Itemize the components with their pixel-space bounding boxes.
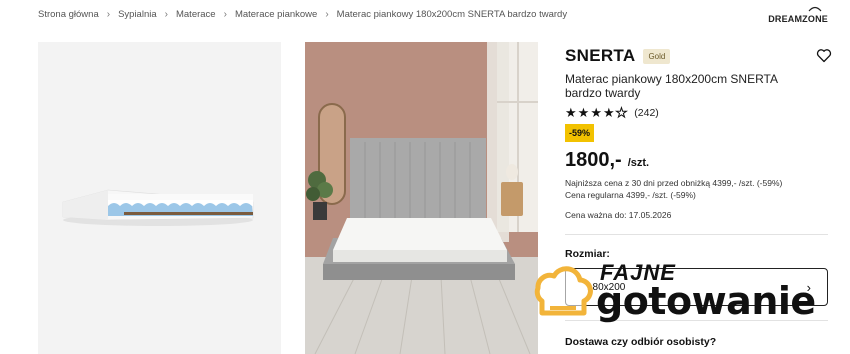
breadcrumb-sypialnia[interactable]: Sypialnia [118, 9, 157, 20]
breadcrumb-materace[interactable]: Materace [176, 9, 216, 20]
star-icon: ★ [602, 105, 615, 120]
size-select-value: 180x200 [587, 282, 626, 293]
breadcrumb-materace-piankowe[interactable]: Materace piankowe [235, 9, 317, 20]
breadcrumb-current: Materac piankowy 180x200cm SNERTA bardzo… [336, 9, 568, 20]
price-row: 1800,- /szt. [565, 149, 830, 172]
divider [565, 234, 828, 235]
star-icon: ★ [590, 105, 602, 120]
heart-icon[interactable] [816, 48, 832, 63]
star-icon: ★ [577, 105, 590, 120]
brand-logo[interactable]: DREAMZONE [764, 6, 828, 24]
breadcrumb-home[interactable]: Strona główna [38, 9, 99, 20]
product-thumbnail[interactable] [38, 42, 281, 354]
chevron-right-icon: › [164, 9, 168, 20]
price-unit: /szt. [627, 157, 650, 169]
review-count[interactable]: (242) [634, 107, 659, 119]
breadcrumb: Strona główna › Sypialnia › Materace › M… [38, 9, 567, 20]
regular-price-note: Cena regularna 4399,- /szt. (-59%) [565, 190, 696, 200]
logo-mark-icon [808, 6, 822, 12]
tier-badge: Gold [643, 48, 671, 64]
size-select[interactable]: 180x200 › [565, 268, 828, 306]
rating[interactable]: ★ ★ ★ ★ ★ (242) [565, 105, 830, 120]
product-info-panel: SNERTA Gold Materac piankowy 180x200cm S… [565, 46, 832, 220]
brand-name[interactable]: SNERTA [565, 46, 635, 66]
rating-stars: ★ ★ ★ ★ ★ [565, 105, 628, 120]
chevron-right-icon: › [325, 9, 329, 20]
price-valid-until: Cena ważna do: 17.05.2026 [565, 210, 672, 220]
star-icon: ★ [565, 105, 577, 120]
mattress-cross-section-image [62, 189, 254, 226]
star-empty-icon: ★ [615, 105, 628, 120]
product-main-image[interactable] [305, 42, 538, 354]
chevron-right-icon: › [223, 9, 227, 20]
delivery-question[interactable]: Dostawa czy odbiór osobisty? [565, 336, 716, 348]
product-title: Materac piankowy 180x200cm SNERTA bardzo… [565, 72, 778, 100]
bedroom-scene-image [305, 42, 538, 354]
chevron-right-icon: › [106, 9, 111, 20]
chevron-right-icon: › [806, 280, 811, 295]
brand-logo-text: DREAMZONE [768, 14, 828, 24]
price: 1800,- [565, 149, 622, 171]
brand-row: SNERTA Gold [565, 46, 830, 66]
discount-badge: -59% [565, 124, 595, 142]
size-label: Rozmiar: [565, 248, 610, 260]
lowest-price-note: Najniższa cena z 30 dni przed obniżką 43… [565, 178, 783, 188]
divider [565, 320, 828, 321]
